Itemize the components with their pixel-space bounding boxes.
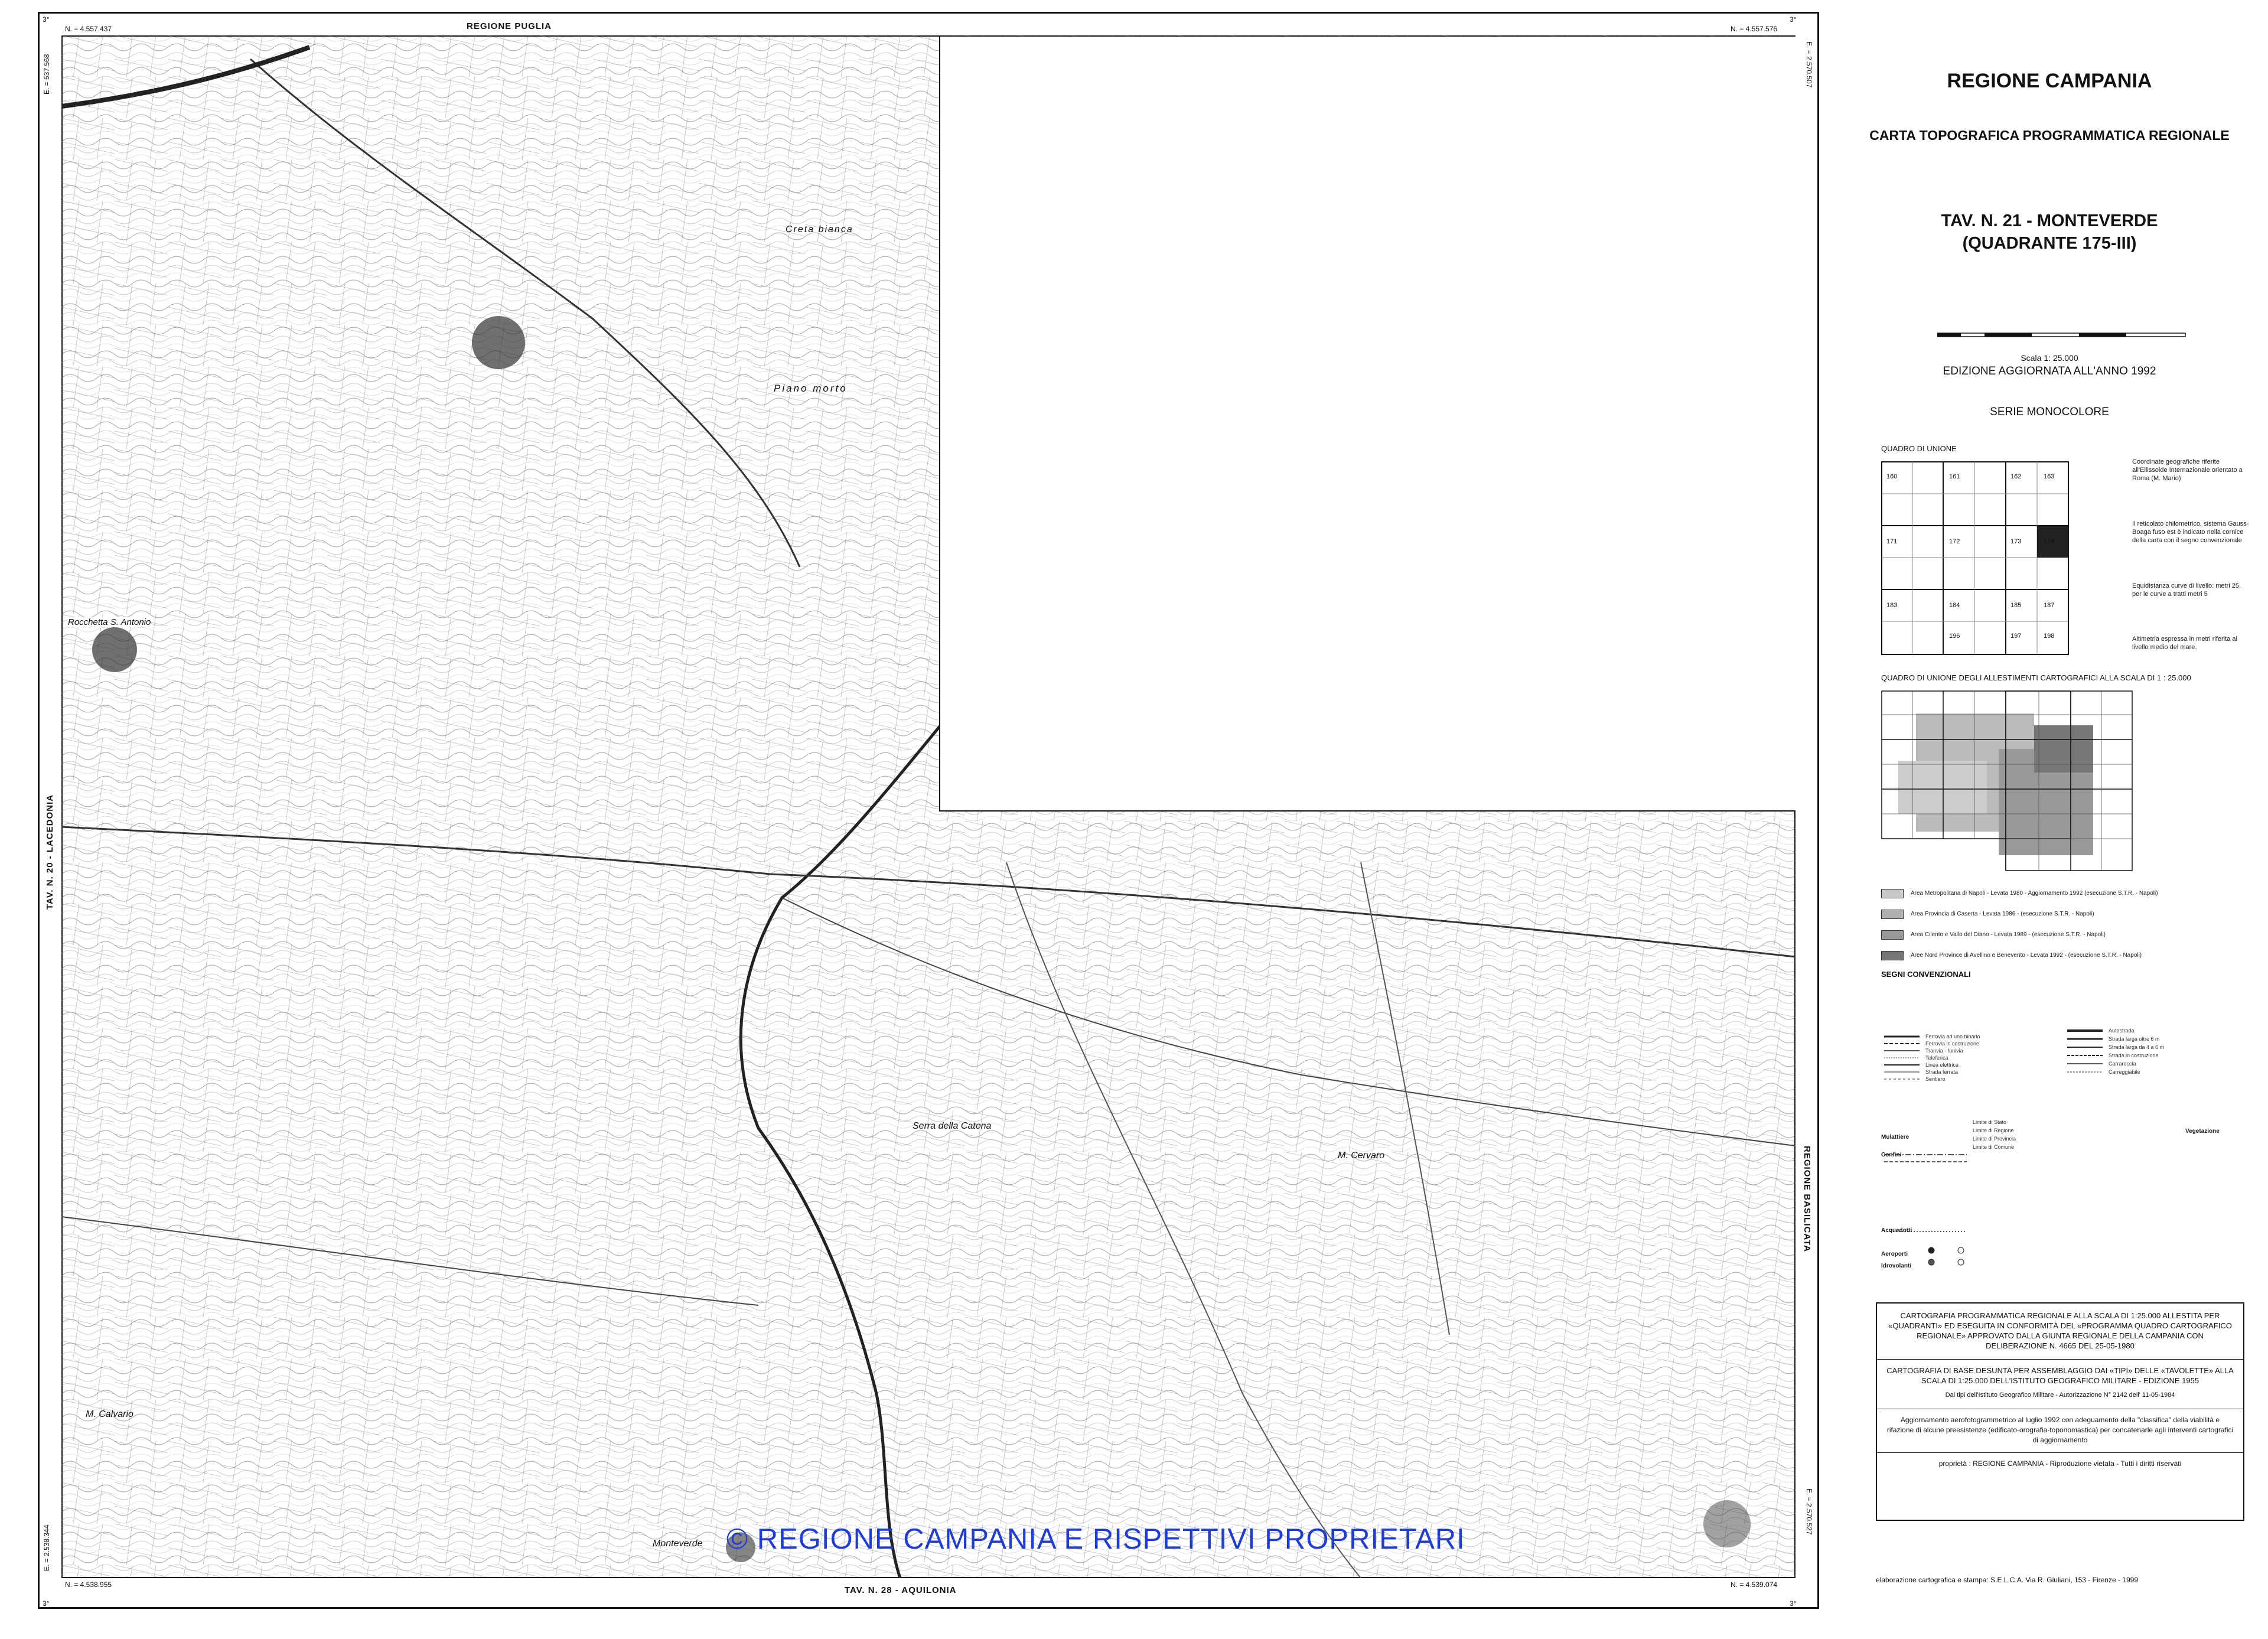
corner-deg-br: 3° <box>1790 1599 1797 1608</box>
legend-area-label: Aree Nord Province di Avellino e Beneven… <box>1911 952 2142 959</box>
svg-text:161: 161 <box>1949 473 1960 480</box>
sheet-title-line2: (QUADRANTE 175-III) <box>1962 234 2137 253</box>
corner-deg-tr: 3° <box>1790 15 1797 24</box>
svg-text:Carrareccia: Carrareccia <box>2109 1061 2136 1067</box>
svg-text:Strada larga da 4 a 6 m: Strada larga da 4 a 6 m <box>2109 1044 2164 1050</box>
signs-label: Acquedotti <box>1881 1227 1912 1234</box>
svg-text:172: 172 <box>1949 538 1960 545</box>
index-note: Il reticolato chilometrico, sistema Gaus… <box>2132 520 2249 544</box>
region-title: REGIONE CAMPANIA <box>1947 70 2152 92</box>
index-map-2-grid <box>1881 690 2133 871</box>
rights-text: proprietà : REGIONE CAMPANIA - Riproduzi… <box>1938 1459 2182 1468</box>
sheet-title: TAV. N. 21 - MONTEVERDE (QUADRANTE 175-I… <box>1837 210 2262 255</box>
svg-text:Limite di Provincia: Limite di Provincia <box>1973 1136 2016 1142</box>
place-label: Piano morto <box>774 383 848 394</box>
svg-text:185: 185 <box>2010 602 2021 609</box>
svg-text:162: 162 <box>2010 473 2021 480</box>
svg-text:Limite di Regione: Limite di Regione <box>1973 1128 2014 1133</box>
credit-text: CARTOGRAFIA PROGRAMMATICA REGIONALE ALLA… <box>1888 1311 2232 1350</box>
index-note: Equidistanza curve di livello: metri 25,… <box>2132 582 2241 598</box>
left-edge-label: TAV. N. 20 - LACEDONIA <box>45 794 55 910</box>
svg-text:Strada ferrata: Strada ferrata <box>1925 1069 1958 1075</box>
index-map-2-title: QUADRO DI UNIONE DEGLI ALLESTIMENTI CART… <box>1881 673 2191 682</box>
corner-e-bl: E. = 2.538.344 <box>43 1524 51 1571</box>
corner-n-br: N. = 4.539.074 <box>1731 1581 1778 1589</box>
series-label: SERIE MONOCOLORE <box>1990 406 2109 418</box>
svg-text:197: 197 <box>2010 633 2021 640</box>
credit-text: CARTOGRAFIA DI BASE DESUNTA PER ASSEMBLA… <box>1886 1366 2234 1385</box>
place-label: Creta bianca <box>786 224 853 234</box>
bottom-edge-label: TAV. N. 28 - AQUILONIA <box>845 1585 957 1595</box>
svg-text:Strada larga oltre 6 m: Strada larga oltre 6 m <box>2109 1036 2160 1042</box>
place-label: M. Calvario <box>86 1409 133 1419</box>
corner-e-br: E. = 2.570.527 <box>1805 1488 1813 1535</box>
index-note: Altimetria espressa in metri riferita al… <box>2132 636 2237 651</box>
index-map-grid: 160 161 162 163 171 172 173 174 183 184 185 187 1… <box>1881 461 2069 655</box>
svg-text:Sentiero: Sentiero <box>1925 1076 1946 1082</box>
svg-text:Ferrovia in costruzione: Ferrovia in costruzione <box>1925 1041 1979 1047</box>
svg-text:Autostrada: Autostrada <box>2109 1028 2135 1034</box>
corner-deg-tl: 3° <box>43 15 50 24</box>
svg-text:163: 163 <box>2044 473 2054 480</box>
legend-area-label: Area Cilento e Vallo del Diano - Levata … <box>1911 931 2106 938</box>
legend-swatch <box>1881 930 1904 940</box>
copyright-watermark: © REGIONE CAMPANIA E RISPETTIVI PROPRIET… <box>726 1523 1465 1555</box>
signs-label: Confini <box>1881 1152 1902 1158</box>
credit-text: Dai tipi dell'Istituto Geografico Milita… <box>1945 1392 2175 1399</box>
right-edge-label: REGIONE BASILICATA <box>1802 1146 1812 1252</box>
svg-text:Ferrovia ad uno binario: Ferrovia ad uno binario <box>1925 1034 1980 1040</box>
map-series-subtitle: CARTA TOPOGRAFICA PROGRAMMATICA REGIONAL… <box>1869 128 2230 143</box>
svg-text:184: 184 <box>1949 602 1960 609</box>
credit-text: Aggiornamento aerofotogrammetrico al lug… <box>1886 1416 2234 1444</box>
credits-box: CARTOGRAFIA PROGRAMMATICA REGIONALE ALLA… <box>1876 1302 2244 1521</box>
legend-swatch <box>1881 951 1904 960</box>
svg-text:196: 196 <box>1949 633 1960 640</box>
signs-label: Aeroporti <box>1881 1251 1908 1257</box>
svg-text:Limite di Stato: Limite di Stato <box>1973 1119 2006 1125</box>
signs-title: SEGNI CONVENZIONALI <box>1881 970 1971 979</box>
svg-text:173: 173 <box>2010 538 2021 545</box>
corner-e-tr: E. = 2.570.507 <box>1805 41 1813 88</box>
edition-label: EDIZIONE AGGIORNATA ALL'ANNO 1992 <box>1943 365 2156 377</box>
svg-text:Linea elettrica: Linea elettrica <box>1925 1062 1959 1068</box>
corner-n-tr: N. = 4.557.576 <box>1731 25 1778 33</box>
index-note: Coordinate geografiche riferite all'Elli… <box>2132 458 2243 482</box>
scale-bar <box>1937 333 2186 337</box>
svg-text:187: 187 <box>2044 602 2054 609</box>
place-label: Monteverde <box>653 1539 703 1549</box>
place-label: M. Cervaro <box>1338 1151 1385 1161</box>
legend-area-label: Area Provincia di Caserta - Levata 1986 … <box>1911 911 2094 917</box>
svg-text:Teleferica: Teleferica <box>1925 1055 1948 1061</box>
blank-map-area <box>939 37 1795 812</box>
corner-e-tl: E. = 537.568 <box>43 54 51 95</box>
corner-n-bl: N. = 4.538.955 <box>65 1581 112 1589</box>
corner-deg-bl: 3° <box>43 1599 50 1608</box>
legend-area-label: Area Metropolitana di Napoli - Levata 19… <box>1911 890 2158 897</box>
vegetation-title: Vegetazione <box>2185 1128 2220 1135</box>
svg-text:Carreggiabile: Carreggiabile <box>2109 1069 2140 1075</box>
svg-text:Tranvia - funivia: Tranvia - funivia <box>1925 1048 1963 1054</box>
printer-credit: elaborazione cartografica e stampa: S.E.… <box>1876 1576 2139 1584</box>
signs-label: Idrovolanti <box>1881 1263 1912 1269</box>
top-edge-label: REGIONE PUGLIA <box>467 21 552 31</box>
legend-swatch <box>1881 889 1904 898</box>
svg-text:160: 160 <box>1886 473 1897 480</box>
sheet-title-line1: TAV. N. 21 - MONTEVERDE <box>1941 211 2158 230</box>
svg-text:183: 183 <box>1886 602 1897 609</box>
place-label: Serra della Catena <box>913 1121 992 1131</box>
scale-label: Scala 1: 25.000 <box>2021 353 2078 363</box>
svg-text:171: 171 <box>1886 538 1897 545</box>
place-label: Rocchetta S. Antonio <box>68 617 151 627</box>
svg-text:Limite di Comune: Limite di Comune <box>1973 1144 2014 1150</box>
svg-text:198: 198 <box>2044 633 2054 640</box>
corner-n-tl: N. = 4.557.437 <box>65 25 112 33</box>
legend-swatch <box>1881 910 1904 919</box>
index-map-title: QUADRO DI UNIONE <box>1881 444 1957 453</box>
svg-text:174: 174 <box>2044 538 2054 545</box>
svg-text:Strada in costruzione: Strada in costruzione <box>2109 1053 2159 1058</box>
signs-label: Mulattiere <box>1881 1134 1909 1141</box>
